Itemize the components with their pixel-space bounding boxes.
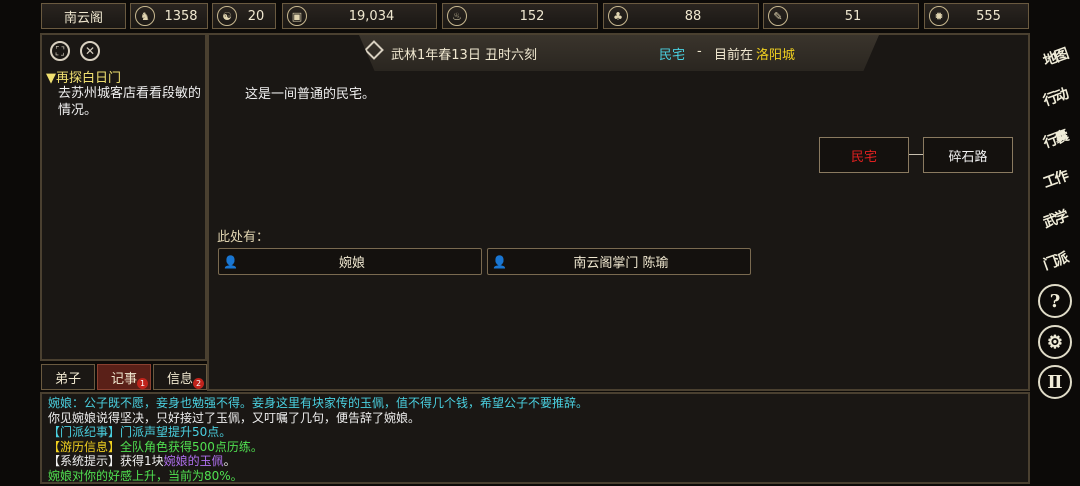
horse-icon: ♞ <box>135 6 155 26</box>
map-room-current[interactable]: 民宅 <box>819 137 909 173</box>
room-description: 这是一间普通的民宅。 <box>245 87 376 102</box>
log-line: 【系统提示】获得1块婉娘的玉佩。 <box>48 454 588 469</box>
here-label: 此处有： <box>217 230 270 245</box>
stat-value: 20 <box>247 8 265 24</box>
stat-yinyang[interactable]: ☯ 20 <box>212 3 276 29</box>
food-bowl-icon: ♨ <box>447 6 467 26</box>
stat-value: 152 <box>519 8 545 24</box>
log-line: 婉娘对你的好感上升，当前为80%。 <box>48 469 588 484</box>
stat-food[interactable]: ♨ 152 <box>442 3 598 29</box>
log-line: 你见婉娘说得坚决，只好接过了玉佩，又叮嘱了几句，便告辞了婉娘。 <box>48 411 588 426</box>
npc-button-wanniang[interactable]: 👤 婉娘 <box>218 248 482 275</box>
log-segment: 【系统提示】 <box>48 454 121 468</box>
log-segment: 你见婉娘说得坚决，只好接过了玉佩，又叮嘱了几句，便告辞了婉娘。 <box>48 410 421 425</box>
city-name: 洛阳城 <box>756 48 796 63</box>
beast-icon: ✹ <box>929 6 949 26</box>
stat-horse[interactable]: ♞ 1358 <box>130 3 208 29</box>
stat-value: 19,034 <box>348 8 395 24</box>
settings-button[interactable]: ⚙ <box>1038 325 1072 359</box>
help-button[interactable]: ? <box>1038 284 1072 318</box>
scroll-icon: ✎ <box>768 6 788 26</box>
log-segment: 全队角色获得500点历练。 <box>120 439 263 454</box>
stat-beast[interactable]: ✹ 555 <box>924 3 1029 29</box>
herb-icon: ♣ <box>608 6 628 26</box>
sect-button[interactable]: 门派 <box>1031 237 1080 286</box>
coin-icon: ▣ <box>287 6 307 26</box>
main-panel: 武林1年春13日 丑时六刻 民宅 - 目前在 洛阳城 这是一间普通的民宅。 民宅… <box>207 33 1030 391</box>
martial-arts-button[interactable]: 武学 <box>1031 195 1080 244</box>
expand-icon[interactable]: ⛶ <box>50 41 70 61</box>
quest-description: 去苏州城客店看看段敏的情况。 <box>58 86 202 118</box>
log-segment: 门派声望提升50点。 <box>120 425 232 439</box>
stat-scroll[interactable]: ✎ 51 <box>763 3 919 29</box>
stat-coin[interactable]: ▣ 19,034 <box>282 3 437 29</box>
log-segment: 婉娘：公子既不愿，妾身也勉强不得。妾身这里有块家传的玉佩，值不得几个钱，希望公子… <box>48 396 589 410</box>
location-header: 武林1年春13日 丑时六刻 民宅 - 目前在 洛阳城 <box>359 35 879 71</box>
stat-value: 88 <box>684 8 702 24</box>
log-segment: 【游历信息】 <box>48 439 121 454</box>
pause-button[interactable]: Ⅱ <box>1038 365 1072 399</box>
log-segment: 婉娘的玉佩 <box>163 454 224 468</box>
tab-disciples[interactable]: 弟子 <box>41 364 95 390</box>
work-button[interactable]: 工作 <box>1031 155 1080 204</box>
sect-name: 南云阁 <box>63 10 103 26</box>
log-line: 【门派纪事】门派声望提升50点。 <box>48 425 588 440</box>
tab-messages[interactable]: 信息 2 <box>153 364 207 390</box>
close-icon[interactable]: ✕ <box>80 41 100 61</box>
map-room-adjacent[interactable]: 碎石路 <box>923 137 1013 173</box>
sect-name-box[interactable]: 南云阁 <box>41 3 126 29</box>
log-line: 【游历信息】全队角色获得500点历练。 <box>48 440 588 455</box>
room-label: 碎石路 <box>948 149 988 165</box>
quest-title[interactable]: ▼再探白日门 <box>46 67 121 86</box>
map-connector <box>909 154 923 155</box>
npc-name: 南云阁掌门 陈瑜 <box>573 256 669 271</box>
npc-button-chenyu[interactable]: 👤 南云阁掌门 陈瑜 <box>487 248 751 275</box>
location-name: 民宅 <box>659 48 686 63</box>
inventory-button[interactable]: 行囊 <box>1031 115 1080 164</box>
log-lines: 婉娘：公子既不愿，妾身也勉强不得。妾身这里有块家传的玉佩，值不得几个钱，希望公子… <box>48 396 588 483</box>
action-button[interactable]: 行动 <box>1031 73 1080 122</box>
person-icon: 👤 <box>223 254 238 269</box>
tab-label: 信息 <box>166 371 193 387</box>
log-segment: 。 <box>223 454 236 468</box>
quest-panel: ⛶ ✕ ▼再探白日门 去苏州城客店看看段敏的情况。 <box>40 33 207 361</box>
stat-value: 555 <box>976 8 1001 24</box>
stat-value: 51 <box>844 8 862 24</box>
person-icon: 👤 <box>492 254 507 269</box>
room-label: 民宅 <box>850 149 877 165</box>
yinyang-icon: ☯ <box>217 6 237 26</box>
npc-name: 婉娘 <box>338 256 365 271</box>
game-date: 武林1年春13日 丑时六刻 <box>391 48 537 63</box>
current-prefix: 目前在 <box>714 48 754 63</box>
notification-badge: 1 <box>137 378 148 389</box>
notification-badge: 2 <box>193 378 204 389</box>
tab-records[interactable]: 记事 1 <box>97 364 151 390</box>
log-line: 婉娘：公子既不愿，妾身也勉强不得。妾身这里有块家传的玉佩，值不得几个钱，希望公子… <box>48 396 588 411</box>
log-segment: 【门派纪事】 <box>48 425 121 439</box>
tab-label: 弟子 <box>54 371 81 387</box>
header-separator: - <box>697 44 702 59</box>
stat-value: 1358 <box>164 8 198 24</box>
compass-icon <box>364 40 384 60</box>
log-segment: 婉娘对你的好感上升，当前为80%。 <box>48 468 243 483</box>
stat-herb[interactable]: ♣ 88 <box>603 3 759 29</box>
map-button[interactable]: 地图 <box>1031 33 1080 82</box>
tab-label: 记事 <box>110 371 137 387</box>
message-log[interactable]: 婉娘：公子既不愿，妾身也勉强不得。妾身这里有块家传的玉佩，值不得几个钱，希望公子… <box>40 392 1030 484</box>
log-segment: 获得1块 <box>120 454 164 468</box>
